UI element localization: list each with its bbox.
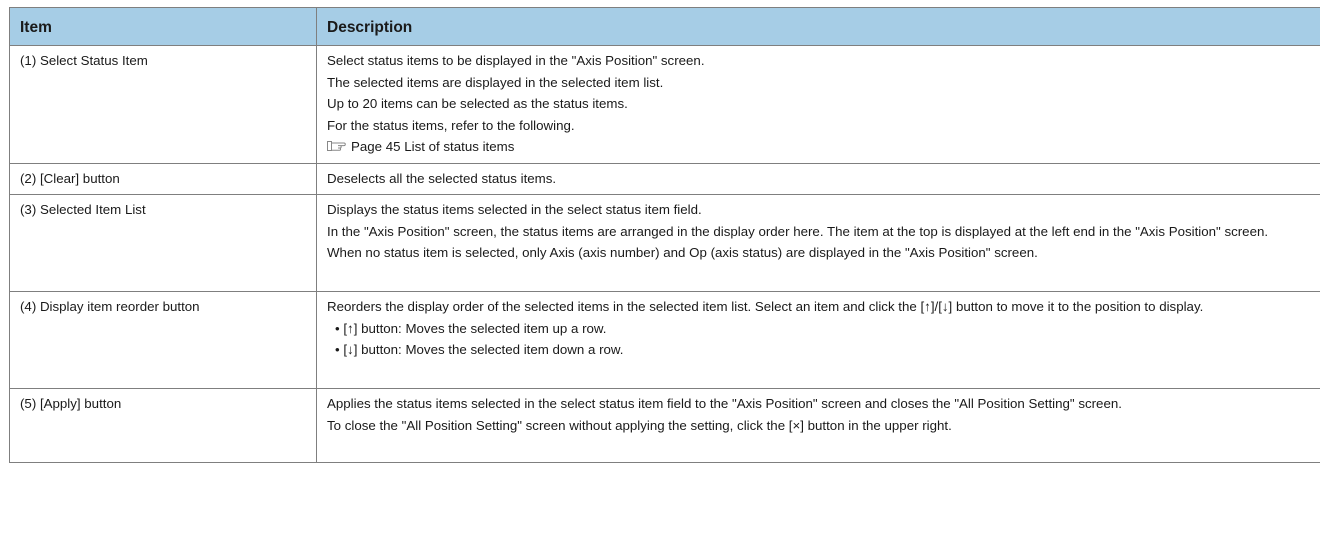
description-line: To close the "All Position Setting" scre…	[327, 417, 952, 433]
pointing-hand-icon	[327, 141, 346, 151]
row-item-cell: (1) Select Status Item	[9, 45, 317, 164]
row-item-cell: (2) [Clear] button	[9, 162, 317, 195]
table-header-row: Item Description	[9, 7, 1320, 46]
bullet-text: [↑] button: Moves the selected item up a…	[343, 320, 607, 336]
table-row: (1) Select Status Item Select status ite…	[9, 45, 1320, 164]
description-line: Reorders the display order of the select…	[327, 299, 1204, 314]
row-item-cell: (3) Selected Item List	[9, 194, 317, 292]
table-row: (5) [Apply] button Applies the status it…	[9, 388, 1320, 463]
row-item-cell: (5) [Apply] button	[9, 388, 317, 463]
table-row: (2) [Clear] button Deselects all the sel…	[9, 162, 1320, 195]
description-line: The selected items are displayed in the …	[327, 74, 664, 90]
description-line: For the status items, refer to the follo…	[327, 117, 575, 133]
item-description-table: Item Description (1) Select Status Item …	[9, 7, 1320, 463]
bullet-item: • [↑] button: Moves the selected item up…	[335, 320, 607, 336]
page-container: Item Description (1) Select Status Item …	[0, 0, 1320, 463]
header-item: Item	[9, 7, 317, 46]
row-description-cell: Reorders the display order of the select…	[316, 291, 1320, 389]
row-description-cell: Applies the status items selected in the…	[316, 388, 1320, 463]
page-reference-text[interactable]: Page 45 List of status items	[351, 139, 514, 154]
table-row: (3) Selected Item List Displays the stat…	[9, 194, 1320, 292]
row-description-cell: Select status items to be displayed in t…	[316, 45, 1320, 164]
description-line: Displays the status items selected in th…	[327, 202, 702, 217]
description-line: Applies the status items selected in the…	[327, 396, 1122, 411]
description-line: In the "Axis Position" screen, the statu…	[327, 223, 1269, 239]
description-line: Select status items to be displayed in t…	[327, 53, 705, 68]
row-description-cell: Deselects all the selected status items.	[316, 162, 1320, 195]
page-reference[interactable]: Page 45 List of status items	[327, 136, 1310, 158]
header-description: Description	[316, 7, 1320, 46]
description-line: Deselects all the selected status items.	[327, 170, 557, 186]
description-line: When no status item is selected, only Ax…	[327, 245, 1038, 260]
bullet-text: [↓] button: Moves the selected item down…	[343, 342, 624, 357]
description-line: Up to 20 items can be selected as the st…	[327, 96, 628, 111]
row-description-cell: Displays the status items selected in th…	[316, 194, 1320, 292]
bullet-item: • [↓] button: Moves the selected item do…	[335, 342, 624, 357]
table-row: (4) Display item reorder button Reorders…	[9, 291, 1320, 389]
row-item-cell: (4) Display item reorder button	[9, 291, 317, 389]
